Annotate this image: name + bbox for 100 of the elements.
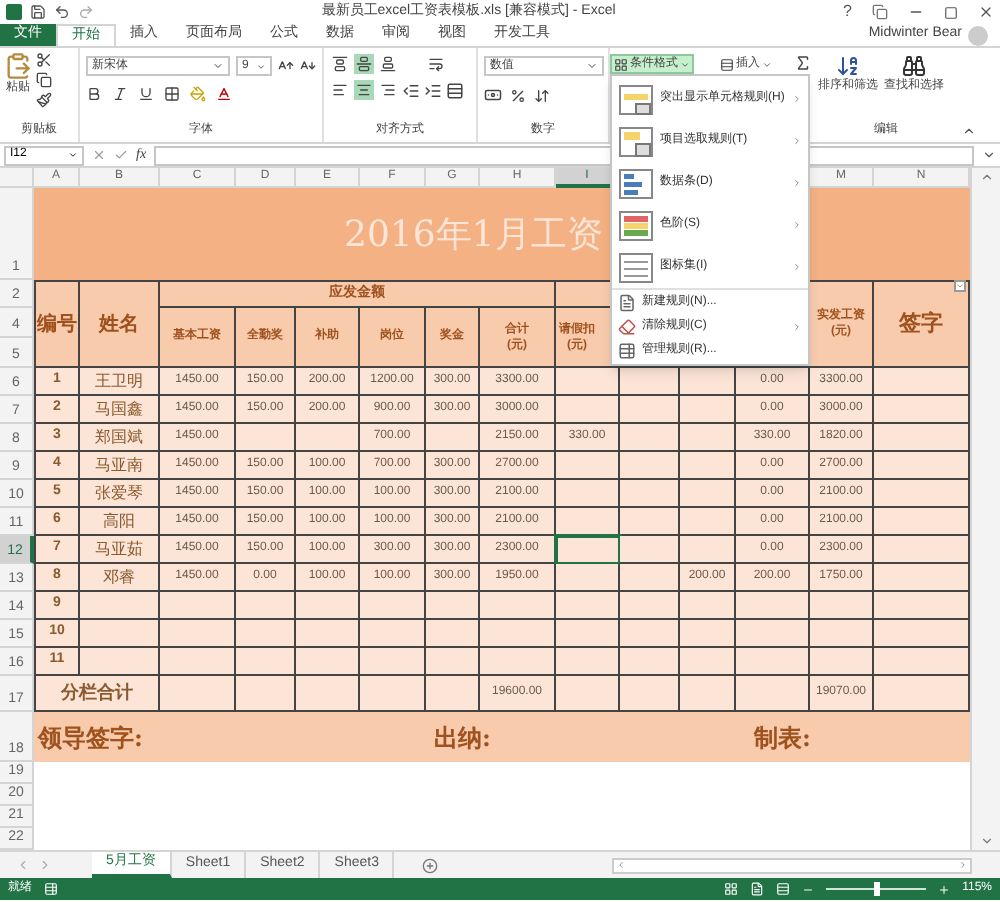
currency-icon[interactable] [484, 86, 502, 104]
format-painter-icon[interactable] [36, 92, 52, 108]
table-cell [480, 620, 556, 648]
macro-record-icon[interactable] [44, 882, 58, 896]
decrease-indent-icon[interactable] [402, 81, 420, 99]
table-cell [296, 424, 360, 452]
table-cell [236, 648, 296, 676]
table-cell [236, 592, 296, 620]
zoom-out-icon[interactable] [802, 883, 815, 895]
maximize-icon[interactable] [944, 5, 958, 19]
vertical-align-icon[interactable] [354, 54, 374, 74]
table-cell [556, 620, 620, 648]
ribbon-display-icon[interactable] [872, 4, 888, 20]
autosum-icon[interactable] [794, 54, 812, 72]
table-cell [680, 536, 736, 564]
table-cell [680, 508, 736, 536]
shrink-font-icon[interactable] [300, 58, 316, 74]
table-cell [680, 620, 736, 648]
scroll-down-icon[interactable] [979, 834, 993, 848]
zoom-thumb[interactable] [873, 882, 880, 896]
normal-view-icon[interactable] [724, 882, 739, 896]
bold-icon[interactable] [86, 86, 102, 102]
data-bars-icon [618, 167, 654, 199]
fill-color-icon[interactable] [190, 86, 206, 102]
table-cell [736, 592, 810, 620]
close-icon[interactable] [978, 4, 994, 20]
excel-logo-icon [6, 4, 22, 20]
page-break-icon[interactable] [776, 882, 791, 896]
signature-label: 领导签字: [38, 723, 143, 751]
table-cell [360, 620, 426, 648]
table-cell [874, 676, 970, 712]
dropdown-caret-icon [256, 61, 266, 71]
underline-icon[interactable] [138, 86, 154, 102]
horizontal-align-icon[interactable] [354, 80, 374, 100]
vertical-scrollbar[interactable] [970, 168, 1000, 850]
page-layout-icon[interactable] [750, 882, 765, 896]
table-cell [360, 676, 426, 712]
table-cell: 马亚南 [80, 452, 160, 480]
vertical-align-icon[interactable] [378, 54, 398, 74]
table-cell [620, 396, 680, 424]
zoom-slider[interactable] [826, 882, 927, 896]
help-button[interactable]: ? [843, 0, 852, 24]
percent-icon[interactable] [510, 87, 526, 103]
font-color-icon[interactable] [216, 86, 232, 102]
table-cell [680, 592, 736, 620]
table-cell [80, 592, 160, 620]
table-cell [296, 620, 360, 648]
horizontal-align-icon[interactable] [378, 80, 398, 100]
table-cell [426, 620, 480, 648]
table-cell [874, 368, 970, 396]
filter-dropdown-icon[interactable] [954, 280, 966, 292]
copy-icon[interactable] [36, 72, 52, 88]
vertical-align-icon[interactable] [330, 54, 350, 74]
cut-icon[interactable] [36, 52, 52, 68]
borders-icon[interactable] [164, 86, 180, 102]
signature-label: 制表: [754, 723, 811, 751]
save-icon[interactable] [30, 4, 46, 20]
horizontal-align-icon[interactable] [330, 80, 350, 100]
collapse-ribbon-icon[interactable] [962, 124, 976, 138]
increase-indent-icon[interactable] [424, 81, 442, 99]
table-cell [160, 620, 236, 648]
sort-icon [836, 54, 860, 78]
table-cell: 张爱琴 [80, 480, 160, 508]
table-cell: 马国鑫 [80, 396, 160, 424]
rows-icon [720, 57, 734, 71]
table-cell [556, 564, 620, 592]
table-cell [236, 676, 296, 712]
table-cell [620, 368, 680, 396]
table-cell [556, 480, 620, 508]
enter-icon[interactable] [114, 148, 128, 162]
table-cell [360, 592, 426, 620]
table-cell [874, 396, 970, 424]
table-cell [556, 536, 620, 564]
table-cell [620, 480, 680, 508]
table-cell [810, 648, 874, 676]
undo-icon[interactable] [54, 4, 70, 20]
table-cell [80, 620, 160, 648]
sheet-title: 2016年1月工资 [344, 211, 603, 259]
header-cell: 签字 [874, 280, 970, 368]
merge-icon[interactable] [446, 81, 464, 99]
table-cell [874, 564, 970, 592]
table-cell [556, 592, 620, 620]
table-cell [480, 592, 556, 620]
table-cell [680, 480, 736, 508]
dropdown-caret-icon [212, 60, 224, 72]
header-cell: 编号 [34, 280, 80, 368]
add-sheet-icon[interactable] [422, 857, 439, 873]
wrap-text-icon[interactable] [426, 54, 446, 74]
table-cell [236, 424, 296, 452]
table-cell [160, 676, 236, 712]
cancel-icon[interactable] [92, 148, 106, 162]
table-cell [874, 536, 970, 564]
italic-icon[interactable] [112, 86, 128, 102]
expand-formula-icon[interactable] [982, 148, 996, 162]
decimal-icon[interactable] [534, 87, 550, 103]
zoom-in-icon[interactable] [938, 883, 951, 895]
dropdown-caret-icon [68, 150, 78, 160]
scroll-up-icon[interactable] [979, 170, 993, 184]
table-cell [360, 648, 426, 676]
grow-font-icon[interactable] [278, 58, 294, 74]
